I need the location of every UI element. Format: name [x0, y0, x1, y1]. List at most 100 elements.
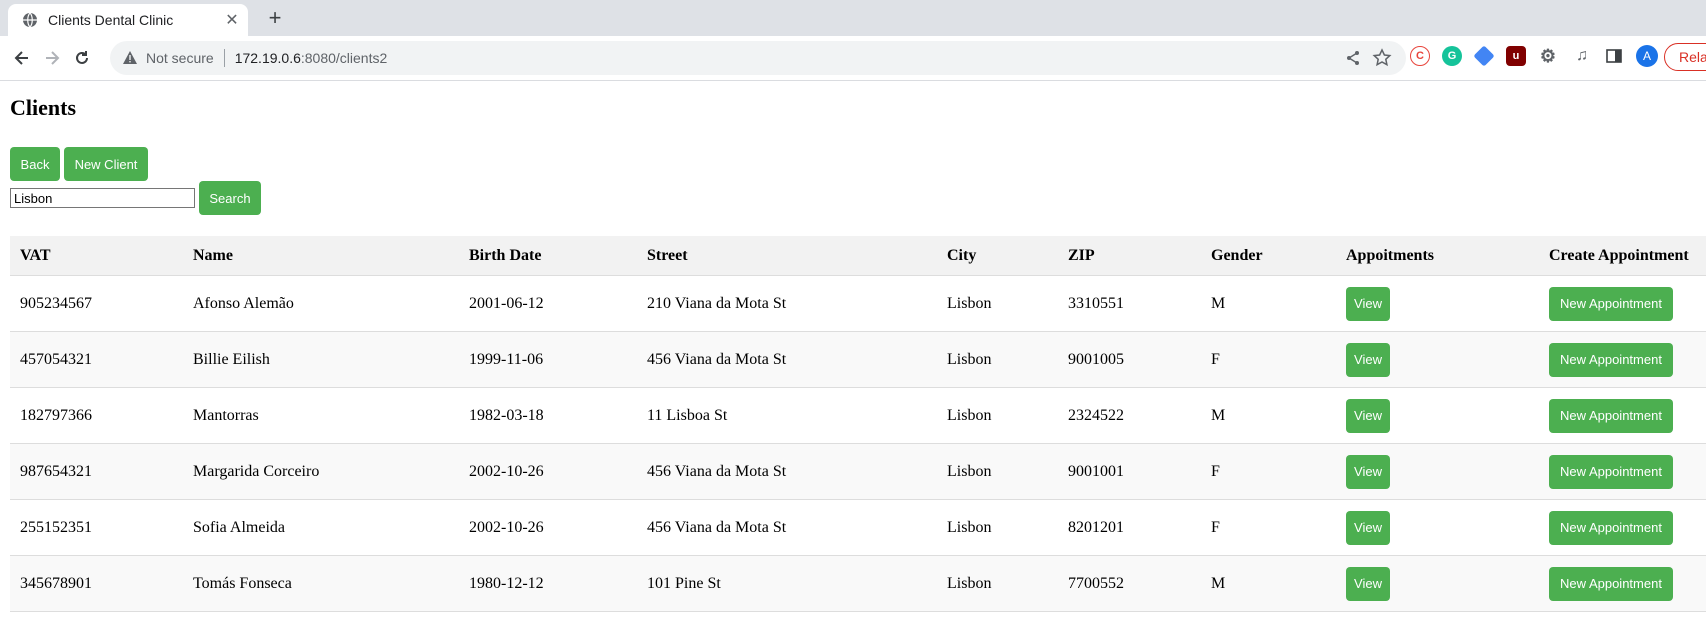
table-body: 905234567 Afonso Alemão 2001-06-12 210 Vian…: [10, 275, 1706, 612]
zip-cell: 7700552: [1058, 555, 1201, 612]
view-appointments-button[interactable]: View: [1346, 398, 1390, 433]
column-header: Name: [183, 236, 459, 276]
view-appointments-button[interactable]: View: [1346, 510, 1390, 545]
appointments-cell: View: [1336, 331, 1539, 388]
street-cell: 210 Viana da Mota St: [637, 275, 937, 332]
birth-date-cell: 1999-11-06: [459, 331, 637, 388]
back-button[interactable]: Back: [10, 147, 60, 181]
profile-avatar[interactable]: A: [1636, 45, 1658, 67]
name-cell: Afonso Alemão: [183, 275, 459, 332]
view-appointments-button[interactable]: View: [1346, 454, 1390, 489]
zip-cell: 8201201: [1058, 499, 1201, 556]
bookmark-star-icon[interactable]: [1372, 48, 1392, 68]
vat-cell: 182797366: [10, 387, 183, 444]
birth-date-cell: 2002-10-26: [459, 443, 637, 500]
media-control-icon[interactable]: ♫: [1572, 46, 1592, 66]
gender-cell: M: [1201, 555, 1336, 612]
grammarly-icon[interactable]: G: [1442, 46, 1462, 66]
column-header: Street: [637, 236, 937, 276]
name-cell: Sofia Almeida: [183, 499, 459, 556]
table-row: 457054321 Billie Eilish 1999-11-06 456 Vian…: [10, 331, 1706, 388]
vat-cell: 905234567: [10, 275, 183, 332]
new-tab-button[interactable]: +: [262, 6, 288, 32]
gender-cell: F: [1201, 443, 1336, 500]
table-header-row: VAT Name Birth Date Street City ZIP Gender Appo…: [10, 236, 1706, 276]
new-appointment-button[interactable]: New Appointment: [1549, 454, 1673, 489]
create-appointment-cell: New Appointment: [1539, 387, 1706, 444]
column-header: Birth Date: [459, 236, 637, 276]
appointments-cell: View: [1336, 555, 1539, 612]
extension-c-icon[interactable]: C: [1410, 46, 1430, 66]
street-cell: 456 Viana da Mota St: [637, 443, 937, 500]
city-cell: Lisbon: [937, 499, 1058, 556]
name-cell: Tomás Fonseca: [183, 555, 459, 612]
page-title: Clients: [10, 95, 76, 120]
zip-cell: 2324522: [1058, 387, 1201, 444]
new-appointment-button[interactable]: New Appointment: [1549, 286, 1673, 321]
appointments-cell: View: [1336, 387, 1539, 444]
column-header: Gender: [1201, 236, 1336, 276]
column-header: VAT: [10, 236, 183, 276]
clients-table: VAT Name Birth Date Street City ZIP Gender Appo…: [10, 236, 1706, 612]
zip-cell: 9001005: [1058, 331, 1201, 388]
new-appointment-button[interactable]: New Appointment: [1549, 398, 1673, 433]
new-appointment-button[interactable]: New Appointment: [1549, 566, 1673, 601]
tab-strip: Clients Dental Clinic ✕ +: [0, 0, 1706, 36]
view-appointments-button[interactable]: View: [1346, 566, 1390, 601]
birth-date-cell: 1980-12-12: [459, 555, 637, 612]
city-cell: Lisbon: [937, 555, 1058, 612]
new-appointment-button[interactable]: New Appointment: [1549, 342, 1673, 377]
new-appointment-button[interactable]: New Appointment: [1549, 510, 1673, 545]
street-cell: 101 Pine St: [637, 555, 937, 612]
street-cell: 456 Viana da Mota St: [637, 499, 937, 556]
table-row: 345678901 Tomás Fonseca 1980-12-12 101 Pine…: [10, 555, 1706, 612]
globe-icon: [23, 12, 37, 28]
birth-date-cell: 2002-10-26: [459, 499, 637, 556]
browser-tab[interactable]: Clients Dental Clinic ✕: [8, 4, 248, 36]
puzzle-extensions-icon[interactable]: ⚙: [1538, 46, 1558, 66]
table-row: 987654321 Margarida Corceiro 2002-10-26 456…: [10, 443, 1706, 500]
browser-toolbar: Not secure 172.19.0.6:8080/clients2 C G …: [0, 36, 1706, 81]
vat-cell: 345678901: [10, 555, 183, 612]
column-header: Appoitments: [1336, 236, 1539, 276]
view-appointments-button[interactable]: View: [1346, 286, 1390, 321]
create-appointment-cell: New Appointment: [1539, 443, 1706, 500]
url-path: :8080/clients2: [300, 50, 388, 66]
ublock-icon[interactable]: u: [1506, 46, 1526, 66]
relaunch-button[interactable]: Rela: [1664, 43, 1706, 71]
city-cell: Lisbon: [937, 387, 1058, 444]
column-header: ZIP: [1058, 236, 1201, 276]
gender-cell: M: [1201, 275, 1336, 332]
warning-icon: [123, 51, 137, 64]
share-icon[interactable]: [1344, 49, 1362, 67]
search-button[interactable]: Search: [199, 181, 261, 215]
reload-icon[interactable]: [68, 44, 96, 72]
vat-cell: 255152351: [10, 499, 183, 556]
tab-title: Clients Dental Clinic: [48, 12, 174, 28]
column-header: City: [937, 236, 1058, 276]
view-appointments-button[interactable]: View: [1346, 342, 1390, 377]
extension-diamond-icon[interactable]: [1473, 45, 1495, 67]
appointments-cell: View: [1336, 443, 1539, 500]
city-cell: Lisbon: [937, 443, 1058, 500]
gender-cell: F: [1201, 331, 1336, 388]
create-appointment-cell: New Appointment: [1539, 555, 1706, 612]
name-cell: Mantorras: [183, 387, 459, 444]
side-panel-icon[interactable]: [1604, 46, 1624, 66]
back-arrow-icon[interactable]: [8, 44, 36, 72]
name-cell: Margarida Corceiro: [183, 443, 459, 500]
zip-cell: 9001001: [1058, 443, 1201, 500]
create-appointment-cell: New Appointment: [1539, 275, 1706, 332]
create-appointment-cell: New Appointment: [1539, 331, 1706, 388]
column-header: Create Appointment: [1539, 236, 1706, 276]
gender-cell: F: [1201, 499, 1336, 556]
new-client-button[interactable]: New Client: [64, 147, 148, 181]
forward-arrow-icon[interactable]: [38, 44, 66, 72]
security-label: Not secure: [146, 50, 214, 66]
address-bar[interactable]: Not secure 172.19.0.6:8080/clients2: [110, 41, 1406, 75]
close-tab-icon[interactable]: ✕: [222, 10, 242, 30]
url-host: 172.19.0.6: [234, 50, 301, 66]
search-input[interactable]: [10, 188, 195, 208]
birth-date-cell: 1982-03-18: [459, 387, 637, 444]
table-row: 182797366 Mantorras 1982-03-18 11 Lisboa St…: [10, 387, 1706, 444]
